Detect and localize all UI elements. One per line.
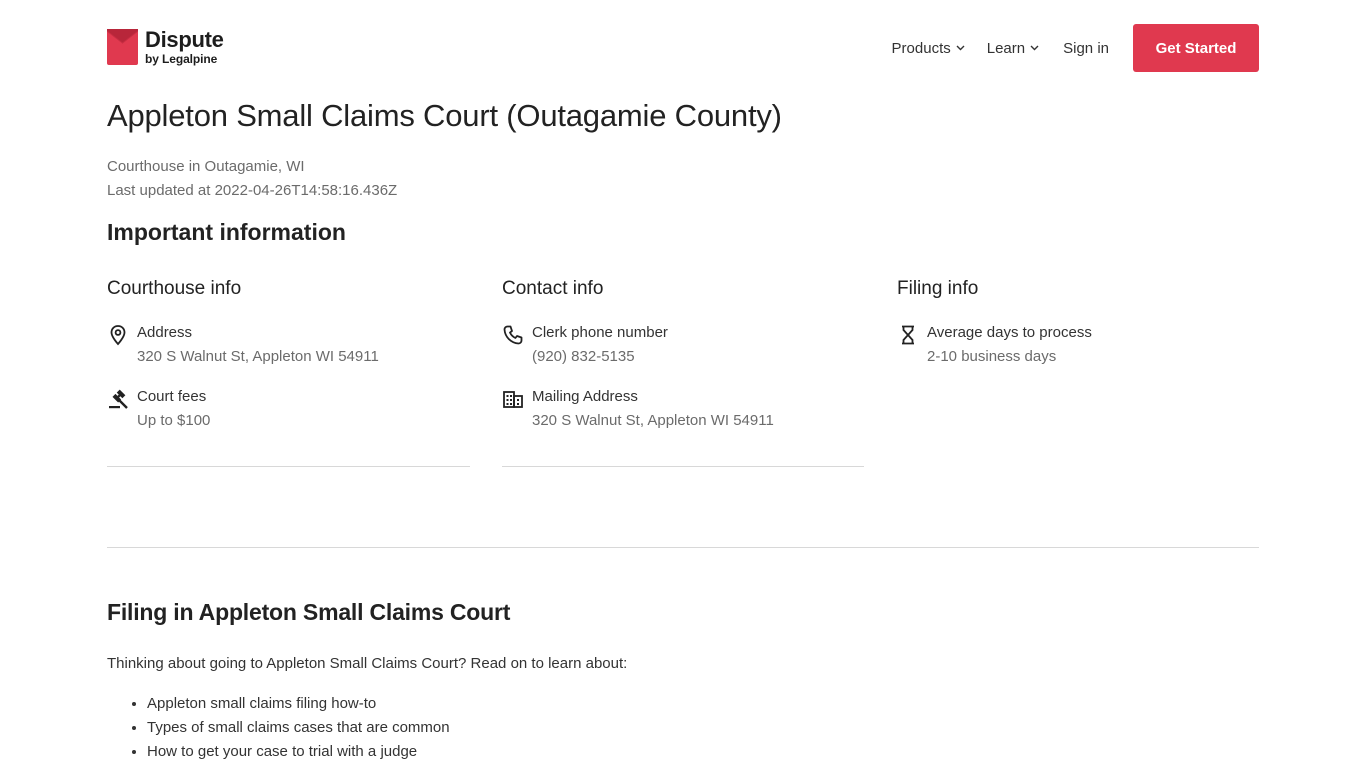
mailing-address-label: Mailing Address bbox=[532, 388, 638, 405]
filing-section-heading: Filing in Appleton Small Claims Court bbox=[107, 599, 511, 625]
filing-intro: Thinking about going to Appleton Small C… bbox=[107, 655, 628, 672]
clerk-phone-value[interactable]: (920) 832-5135 bbox=[532, 348, 635, 365]
site-header: Dispute by Legalpine Products Learn Sign… bbox=[106, 24, 1259, 72]
location-pin-icon bbox=[110, 325, 126, 346]
processing-days-row: Average days to process 2-10 business da… bbox=[897, 318, 1260, 382]
nav-learn[interactable]: Learn bbox=[987, 40, 1039, 57]
court-fees-value: Up to $100 bbox=[137, 412, 211, 429]
clerk-phone-label: Clerk phone number bbox=[532, 324, 668, 341]
nav-products[interactable]: Products bbox=[892, 40, 965, 57]
building-icon bbox=[503, 391, 523, 408]
brand-wordmark: Dispute by Legalpine bbox=[145, 27, 224, 66]
envelope-logo-icon bbox=[106, 29, 139, 65]
nav-products-label: Products bbox=[891, 39, 951, 57]
phone-icon bbox=[503, 325, 523, 345]
mailing-address-value: 320 S Walnut St, Appleton WI 54911 bbox=[532, 412, 774, 429]
chevron-down-icon bbox=[956, 45, 965, 51]
nav-learn-label: Learn bbox=[986, 39, 1026, 57]
list-item: How to get your case to trial with a jud… bbox=[147, 743, 450, 767]
sign-in-link[interactable]: Sign in bbox=[1063, 40, 1109, 57]
brand-byline: by Legalpine bbox=[145, 52, 218, 66]
last-updated: Last updated at 2022-04-26T14:58:16.436Z bbox=[107, 182, 398, 199]
brand-logo[interactable]: Dispute by Legalpine bbox=[106, 27, 224, 66]
get-started-button[interactable]: Get Started bbox=[1133, 24, 1259, 72]
column-divider bbox=[107, 466, 470, 467]
clerk-phone-row: Clerk phone number (920) 832-5135 bbox=[502, 318, 865, 382]
mailing-address-row: Mailing Address 320 S Walnut St, Appleto… bbox=[502, 382, 865, 446]
processing-days-value: 2-10 business days bbox=[927, 348, 1057, 365]
address-value: 320 S Walnut St, Appleton WI 54911 bbox=[137, 348, 379, 365]
processing-days-label: Average days to process bbox=[927, 324, 1092, 341]
list-item: Appleton small claims filing how-to bbox=[147, 695, 450, 719]
courthouse-info-heading: Courthouse info bbox=[107, 278, 242, 299]
column-divider bbox=[502, 466, 864, 467]
important-info-heading: Important information bbox=[107, 219, 346, 245]
chevron-down-icon bbox=[1030, 45, 1039, 51]
courthouse-location: Courthouse in Outagamie, WI bbox=[107, 158, 305, 175]
contact-info-heading: Contact info bbox=[502, 278, 604, 299]
topics-list: Appleton small claims filing how-to Type… bbox=[147, 695, 450, 767]
hourglass-icon bbox=[902, 325, 914, 345]
filing-info-column: Filing info Average days to process 2-10… bbox=[897, 278, 1260, 382]
contact-info-column: Contact info Clerk phone number (920) 83… bbox=[502, 278, 865, 467]
main-nav: Products Learn Sign in Get Started bbox=[892, 24, 1259, 72]
filing-info-heading: Filing info bbox=[897, 278, 979, 299]
gavel-icon bbox=[109, 389, 128, 409]
list-item: Types of small claims cases that are com… bbox=[147, 719, 450, 743]
section-divider bbox=[107, 547, 1259, 548]
address-row: Address 320 S Walnut St, Appleton WI 549… bbox=[107, 318, 470, 382]
brand-name: Dispute bbox=[145, 27, 224, 52]
courthouse-info-column: Courthouse info Address 320 S Walnut St,… bbox=[107, 278, 470, 467]
page-title: Appleton Small Claims Court (Outagamie C… bbox=[107, 98, 782, 133]
court-fees-label: Court fees bbox=[137, 388, 207, 405]
court-fees-row: Court fees Up to $100 bbox=[107, 382, 470, 446]
address-label: Address bbox=[137, 324, 193, 341]
